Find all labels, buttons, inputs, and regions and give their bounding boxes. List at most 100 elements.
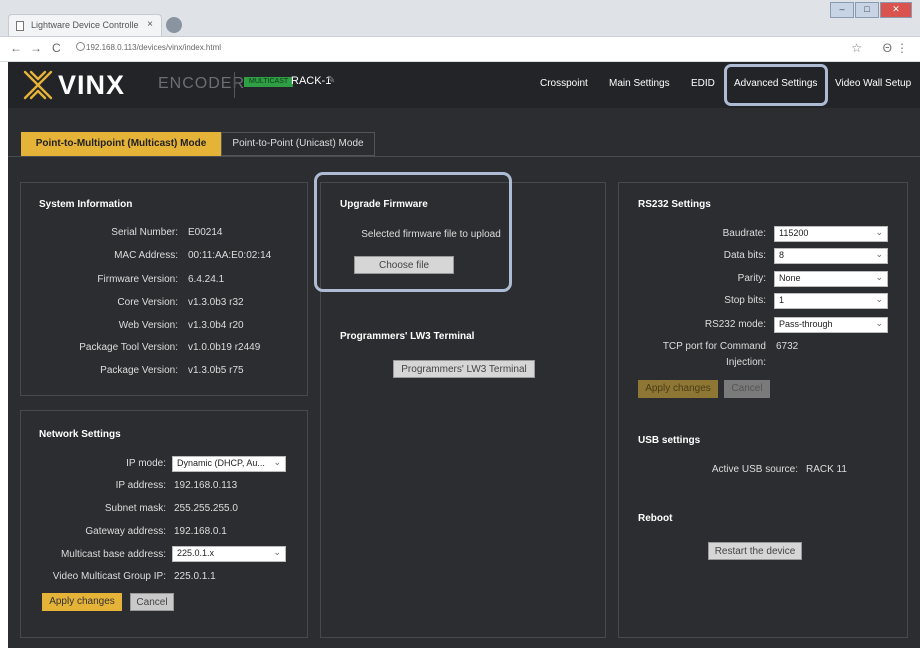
data-bits-select[interactable]: 8 ⌄ (774, 248, 888, 264)
tcp-port-value: 6732 (776, 341, 799, 352)
video-multicast-group-value: 225.0.1.1 (174, 571, 216, 582)
web-version-value: v1.3.0b4 r20 (188, 320, 244, 331)
reboot-title: Reboot (638, 513, 673, 524)
network-settings-title: Network Settings (39, 429, 121, 440)
subnet-mask-label: Subnet mask: (104, 503, 166, 514)
package-tool-version-value: v1.0.0b19 r2449 (188, 342, 261, 353)
stop-bits-value: 1 (779, 295, 785, 305)
nav-main-settings[interactable]: Main Settings (609, 78, 670, 89)
network-cancel-button[interactable]: Cancel (130, 593, 174, 611)
chevron-down-icon: ⌄ (875, 318, 883, 328)
data-bits-value: 8 (779, 250, 785, 260)
network-apply-button[interactable]: Apply changes (42, 593, 122, 611)
rs232-cancel-button[interactable]: Cancel (724, 380, 770, 398)
lw3-terminal-button[interactable]: Programmers' LW3 Terminal (393, 360, 535, 378)
window-controls: – □ ✕ (829, 2, 912, 18)
ip-mode-label: IP mode: (126, 458, 166, 469)
rs232-mode-select[interactable]: Pass-through ⌄ (774, 317, 888, 333)
serial-number-value: E00214 (188, 227, 223, 238)
usb-source-value: RACK 11 (806, 464, 847, 475)
header-divider (234, 72, 235, 98)
upgrade-firmware-highlight (314, 172, 512, 292)
usb-settings-title: USB settings (638, 435, 701, 446)
edit-pencil-icon[interactable]: ✎ (327, 75, 335, 86)
gateway-value: 192.168.0.1 (174, 526, 227, 537)
system-info-panel (20, 182, 308, 396)
usb-source-label: Active USB source: (711, 464, 798, 475)
logo-text: VINX (58, 70, 126, 100)
app-root: VINX ENCODER MULTICAST RACK-1 ✎ Crosspoi… (8, 62, 920, 648)
page-icon (16, 21, 24, 31)
nav-crosspoint[interactable]: Crosspoint (540, 78, 588, 89)
maximize-button[interactable]: □ (855, 2, 879, 18)
info-icon[interactable] (76, 42, 85, 51)
ip-mode-select[interactable]: Dynamic (DHCP, Au... ⌄ (172, 456, 286, 472)
rs232-mode-label: RS232 mode: (704, 319, 766, 330)
minimize-button[interactable]: – (830, 2, 854, 18)
chevron-down-icon: ⌄ (875, 227, 883, 237)
account-icon[interactable]: Θ (883, 41, 892, 55)
advanced-settings-highlight (724, 64, 828, 106)
back-button[interactable]: ← (10, 41, 22, 55)
reload-button[interactable]: C (52, 41, 61, 55)
menu-icon[interactable]: ⋮ (896, 41, 908, 55)
package-tool-version-label: Package Tool Version: (79, 342, 178, 353)
close-window-button[interactable]: ✕ (880, 2, 912, 18)
tab-close-icon[interactable]: × (147, 19, 153, 30)
tcp-port-label: TCP port for Command (662, 341, 766, 352)
rs232-apply-button[interactable]: Apply changes (638, 380, 718, 398)
multicast-base-label: Multicast base address: (60, 549, 166, 560)
status-badge: MULTICAST (244, 77, 294, 87)
parity-value: None (779, 273, 801, 283)
lw3-terminal-title: Programmers' LW3 Terminal (340, 331, 475, 342)
nav-edid[interactable]: EDID (691, 78, 715, 89)
data-bits-label: Data bits: (723, 250, 766, 261)
tab-title: Lightware Device Controlle (31, 20, 139, 30)
ip-mode-value: Dynamic (DHCP, Au... (177, 458, 265, 468)
ip-address-value: 192.168.0.113 (174, 480, 238, 491)
tab-multicast-mode[interactable]: Point-to-Multipoint (Multicast) Mode (21, 132, 221, 156)
multicast-base-select[interactable]: 225.0.1.x ⌄ (172, 546, 286, 562)
baudrate-select[interactable]: 115200 ⌄ (774, 226, 888, 242)
app-header: VINX ENCODER MULTICAST RACK-1 ✎ Crosspoi… (8, 62, 920, 108)
mac-address-value: 00:11:AA:E0:02:14 (188, 250, 272, 261)
chevron-down-icon: ⌄ (273, 457, 281, 467)
web-version-label: Web Version: (118, 320, 178, 331)
forward-button[interactable]: → (30, 41, 42, 55)
rs232-mode-value: Pass-through (779, 319, 833, 329)
parity-select[interactable]: None ⌄ (774, 271, 888, 287)
tab-unicast-mode[interactable]: Point-to-Point (Unicast) Mode (221, 132, 375, 156)
mac-address-label: MAC Address: (114, 250, 178, 261)
gateway-label: Gateway address: (85, 526, 166, 537)
stop-bits-select[interactable]: 1 ⌄ (774, 293, 888, 309)
browser-tab[interactable]: Lightware Device Controlle × (8, 14, 162, 36)
vinx-logo-icon (23, 70, 53, 100)
rs232-settings-title: RS232 Settings (638, 199, 711, 210)
chevron-down-icon: ⌄ (875, 249, 883, 259)
address-bar: ← → C 192.168.0.113/devices/vinx/index.h… (0, 37, 920, 62)
stop-bits-label: Stop bits: (724, 295, 766, 306)
tcp-port-label-line2: Injection: (725, 357, 766, 368)
firmware-version-value: 6.4.24.1 (188, 274, 225, 285)
browser-tab-bar: Lightware Device Controlle × – □ ✕ (0, 0, 920, 37)
baudrate-label: Baudrate: (722, 228, 766, 239)
core-version-label: Core Version: (117, 297, 178, 308)
new-tab-button[interactable] (166, 17, 182, 33)
parity-label: Parity: (737, 273, 766, 284)
ip-address-label: IP address: (115, 480, 166, 491)
nav-video-wall-setup[interactable]: Video Wall Setup (835, 78, 911, 89)
baudrate-value: 115200 (779, 228, 809, 238)
multicast-base-value: 225.0.1.x (177, 548, 215, 558)
bookmark-star-icon[interactable]: ☆ (851, 41, 862, 55)
serial-number-label: Serial Number: (111, 227, 178, 238)
device-name: RACK-1 (291, 75, 332, 87)
url-input[interactable]: 192.168.0.113/devices/vinx/index.html (86, 43, 221, 52)
chevron-down-icon: ⌄ (875, 294, 883, 304)
system-info-title: System Information (39, 199, 133, 210)
subnet-mask-value: 255.255.255.0 (174, 503, 238, 514)
firmware-version-label: Firmware Version: (97, 274, 178, 285)
package-version-value: v1.3.0b5 r75 (188, 365, 244, 376)
restart-device-button[interactable]: Restart the device (708, 542, 802, 560)
core-version-value: v1.3.0b3 r32 (188, 297, 244, 308)
chevron-down-icon: ⌄ (273, 547, 281, 557)
